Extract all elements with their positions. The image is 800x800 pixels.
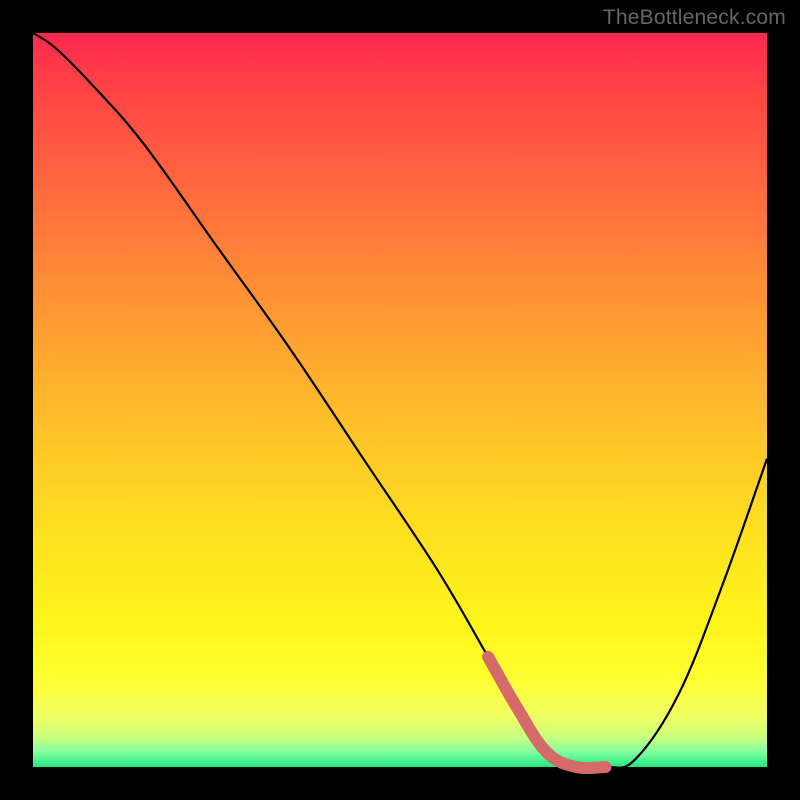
chart-svg bbox=[33, 33, 767, 767]
chart-plot-area bbox=[33, 33, 767, 767]
watermark-text: TheBottleneck.com bbox=[603, 6, 786, 30]
bottleneck-curve-line bbox=[33, 33, 767, 769]
valley-highlight-line bbox=[488, 657, 605, 768]
